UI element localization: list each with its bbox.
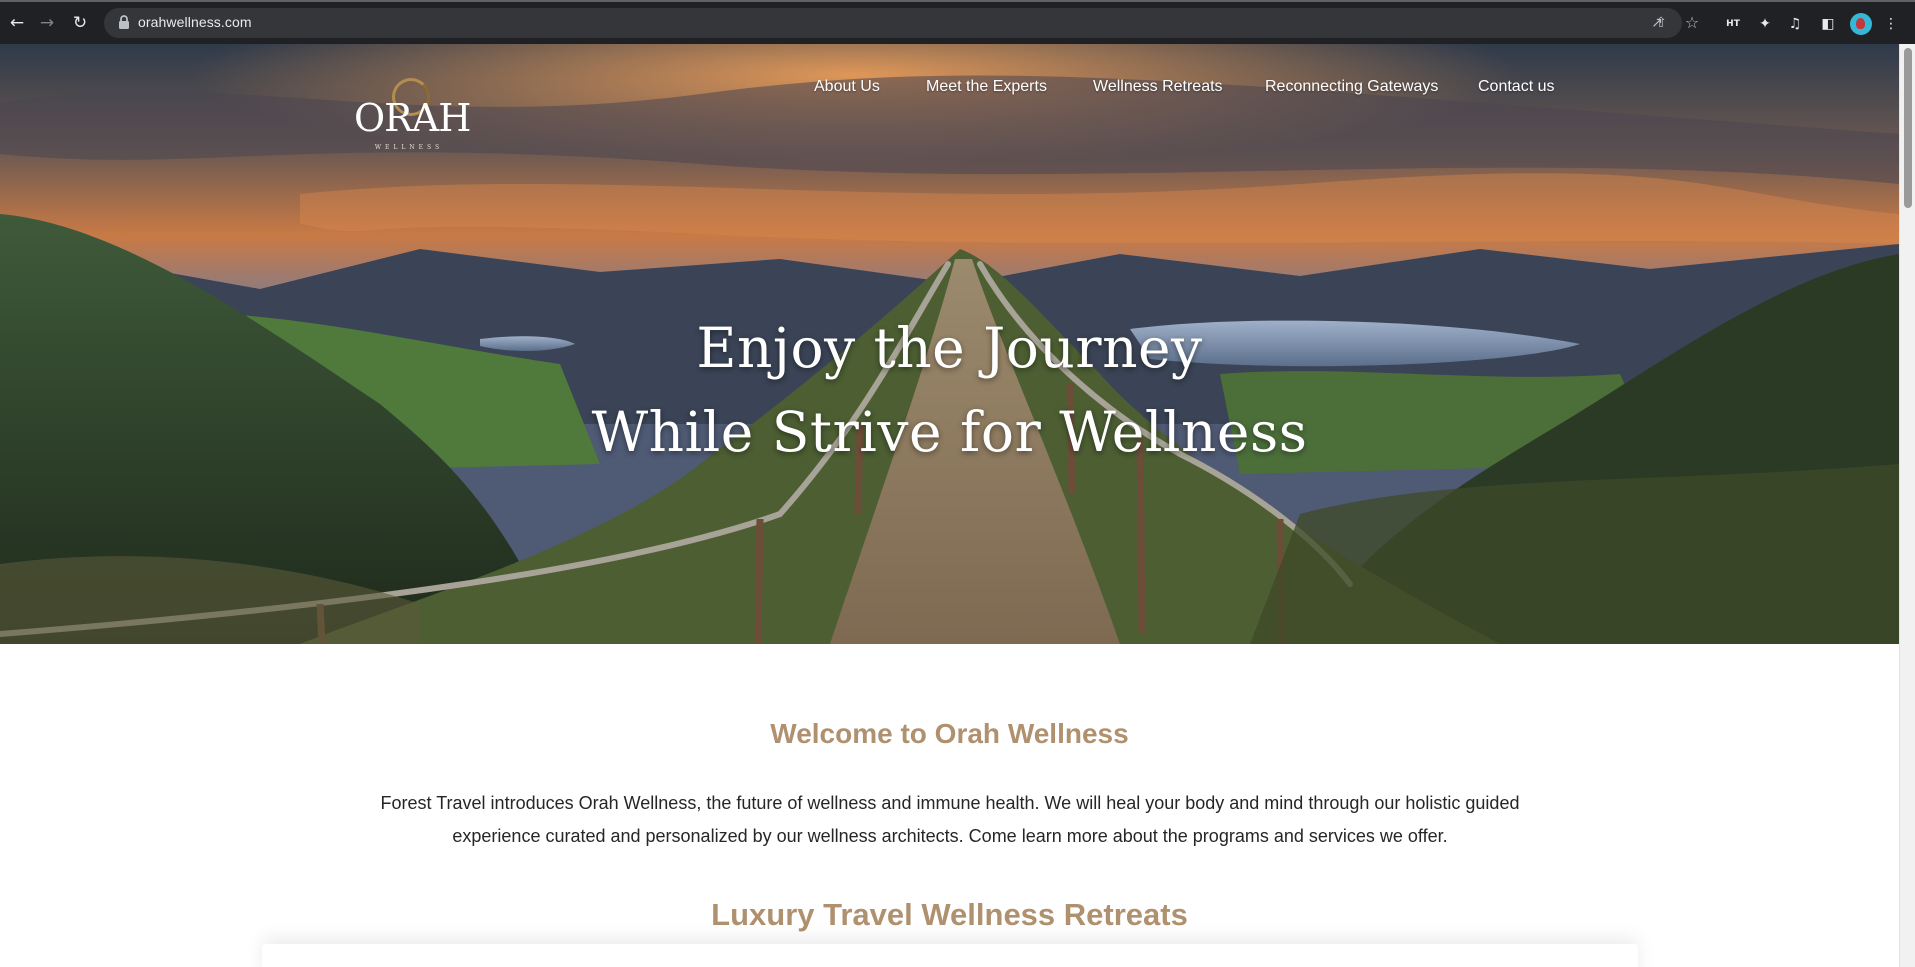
browser-toolbar: ← → ↻ orahwellness.com ↗ ⇧ ☆ HT ✦ ♫ ◧ ⋮ [0, 0, 1915, 44]
nav-reconnecting-gateways[interactable]: Reconnecting Gateways [1265, 78, 1438, 96]
ht-extension-icon[interactable]: HT [1723, 13, 1743, 35]
nav-about-us[interactable]: About Us [814, 78, 880, 96]
nav-contact-us[interactable]: Contact us [1478, 78, 1554, 96]
bookmark-star-icon[interactable]: ☆ [1683, 14, 1701, 32]
logo-wordmark: ORAH [354, 96, 471, 140]
forward-button[interactable]: → [36, 12, 58, 34]
nav-wellness-retreats[interactable]: Wellness Retreats [1093, 78, 1223, 96]
page-scrollbar[interactable] [1899, 44, 1915, 967]
retreats-card [262, 944, 1638, 967]
reload-icon: ↻ [72, 13, 88, 33]
hero-heading-line-2: While Strive for Wellness [591, 400, 1308, 464]
address-bar[interactable]: orahwellness.com ↗ [104, 8, 1682, 38]
retreats-heading: Luxury Travel Wellness Retreats [711, 897, 1188, 932]
welcome-heading: Welcome to Orah Wellness [770, 718, 1129, 749]
arrow-left-icon: ← [9, 13, 25, 33]
profile-avatar[interactable] [1850, 13, 1872, 35]
url-text: orahwellness.com [138, 14, 252, 30]
reload-button[interactable]: ↻ [69, 12, 91, 34]
lock-icon [119, 15, 129, 29]
share-icon[interactable]: ⇧ [1652, 14, 1670, 32]
puzzle-icon[interactable]: ✦ [1755, 13, 1775, 35]
hero-heading-line-1: Enjoy the Journey [696, 316, 1203, 380]
side-panel-icon[interactable]: ◧ [1818, 13, 1838, 35]
media-control-icon[interactable]: ♫ [1785, 13, 1805, 35]
welcome-paragraph: Forest Travel introduces Orah Wellness, … [380, 793, 1520, 846]
logo-subtitle: WELLNESS [374, 144, 444, 151]
back-button[interactable]: ← [6, 12, 28, 34]
hero-banner: ORAH WELLNESS About Us Meet the Experts … [0, 44, 1899, 644]
arrow-right-icon: → [39, 13, 55, 33]
nav-meet-the-experts[interactable]: Meet the Experts [926, 78, 1047, 96]
main-nav: About Us Meet the Experts Wellness Retre… [0, 78, 1899, 98]
scrollbar-thumb[interactable] [1904, 48, 1912, 208]
kebab-menu-icon[interactable]: ⋮ [1884, 13, 1898, 35]
